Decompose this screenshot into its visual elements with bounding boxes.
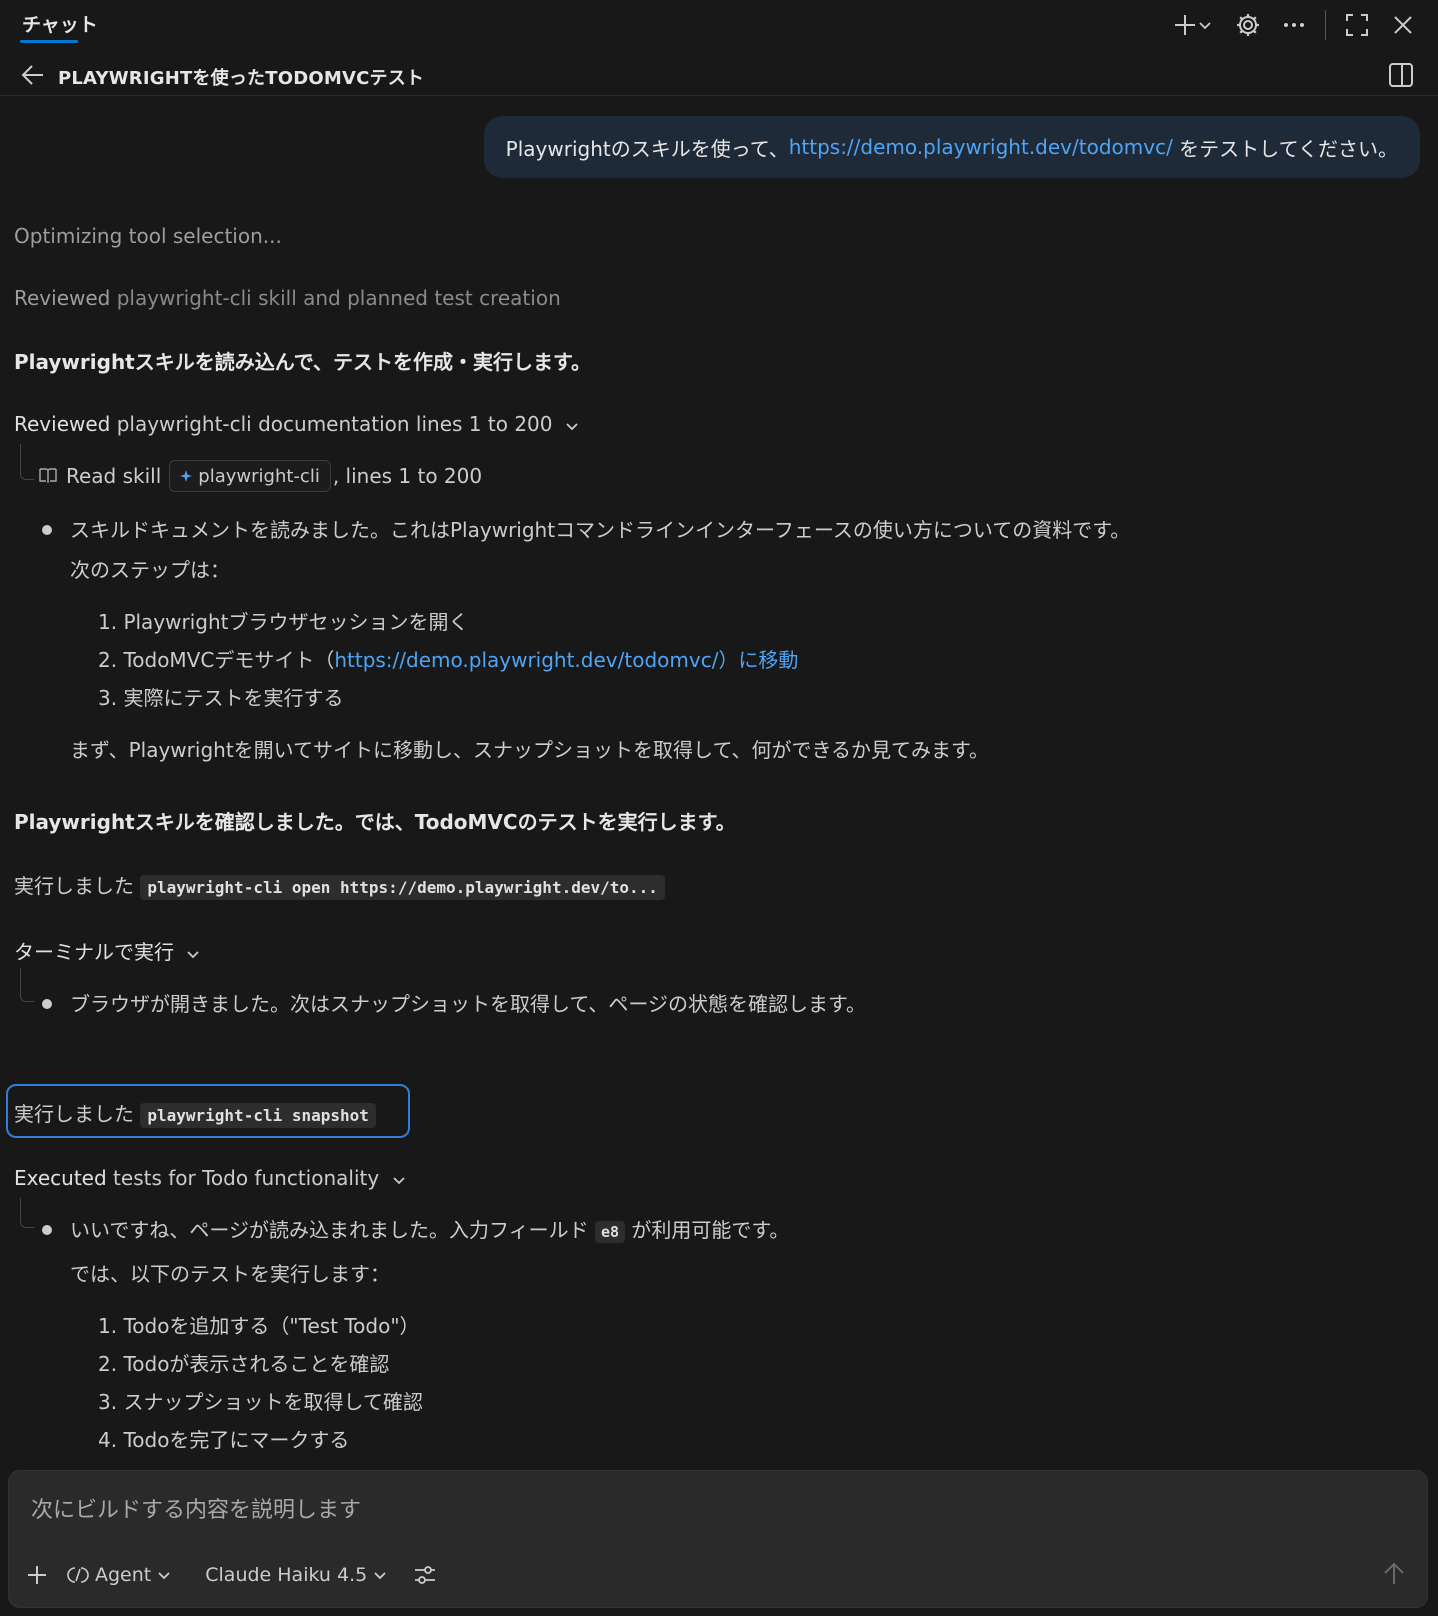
- status-reviewed-text: playwright-cli skill and planned test cr…: [110, 286, 561, 310]
- chat-header: PLAYWRIGHTを使ったTODOMVCテスト: [0, 52, 1438, 96]
- chat-composer: Agent Claude Haiku 4.5: [8, 1470, 1428, 1608]
- list-item: 3. スナップショットを取得して確認: [98, 1390, 423, 1414]
- gear-icon: [1237, 14, 1259, 36]
- chevron-down-icon: [392, 1176, 405, 1184]
- tab-active-indicator: [20, 40, 78, 43]
- next-steps-label: 次のステップは：: [70, 558, 230, 582]
- read-skill-label: Read skill: [66, 464, 162, 488]
- split-panel-icon: [1389, 63, 1413, 87]
- maximize-icon: [1346, 14, 1368, 36]
- executed-tests-toggle[interactable]: Executed tests for Todo functionality: [14, 1166, 406, 1190]
- list-item-text: 2. TodoMVCデモサイト（: [98, 648, 335, 672]
- list-item: 2. TodoMVCデモサイト（https://demo.playwright.…: [98, 644, 798, 673]
- new-chat-button[interactable]: [1167, 10, 1217, 40]
- page-loaded-pre: いいですね、ページが読み込まれました。入力フィールド: [70, 1218, 589, 1242]
- tree-connector: [20, 1198, 34, 1228]
- terminal-summary: ブラウザが開きました。次はスナップショットを取得して、ページの状態を確認します。: [70, 992, 866, 1016]
- plus-icon: [1175, 15, 1195, 35]
- close-button[interactable]: [1388, 10, 1418, 40]
- exec-row-2[interactable]: 実行しました playwright-cli snapshot: [14, 1098, 376, 1128]
- closing-text: まず、Playwrightを開いてサイトに移動し、スナップショットを取得して、何…: [70, 738, 990, 762]
- read-skill-row: Read skill playwright-cli , lines 1 to 2…: [38, 460, 482, 492]
- bullet-dot: [42, 1225, 52, 1235]
- chevron-down-icon: [1199, 22, 1211, 30]
- agent-icon: [67, 1567, 89, 1583]
- reviewed-docs-toggle[interactable]: Reviewed playwright-cli documentation li…: [14, 412, 579, 436]
- sparkle-icon: [180, 470, 193, 482]
- list-item: 2. Todoが表示されることを確認: [98, 1352, 390, 1376]
- title-bar-actions: [1167, 8, 1418, 42]
- terminal-toggle[interactable]: ターミナルで実行: [14, 936, 200, 965]
- bullet-dot: [42, 999, 52, 1009]
- status-optimizing: Optimizing tool selection...: [14, 224, 282, 248]
- send-button[interactable]: [1381, 1561, 1407, 1591]
- more-button[interactable]: [1279, 10, 1309, 40]
- reviewed-docs-prefix: Reviewed: [14, 412, 111, 436]
- user-message: Playwrightのスキルを使って、 https://demo.playwri…: [483, 116, 1420, 178]
- exec-label: 実行しました: [14, 874, 134, 898]
- user-message-prefix: Playwrightのスキルを使って、: [505, 136, 789, 161]
- tree-connector: [20, 968, 34, 1002]
- list-item: 3. 実際にテストを実行する: [98, 686, 344, 710]
- executed-tests-text: tests for Todo functionality: [106, 1166, 380, 1190]
- user-message-link[interactable]: https://demo.playwright.dev/todomvc/: [789, 135, 1173, 159]
- more-icon: [1284, 23, 1304, 27]
- bullet-dot: [42, 525, 52, 535]
- response-heading-2: Playwrightスキルを確認しました。では、TodoMVCのテストを実行しま…: [14, 810, 736, 834]
- list-item-link[interactable]: https://demo.playwright.dev/todomvc/）に移動: [334, 648, 798, 672]
- agent-mode-dropdown[interactable]: Agent: [67, 1564, 171, 1586]
- settings-button[interactable]: [1233, 10, 1263, 40]
- chat-input[interactable]: [29, 1493, 1329, 1527]
- exec-row-1[interactable]: 実行しました playwright-cli open https://demo.…: [14, 870, 665, 900]
- tests-intro: では、以下のテストを実行します：: [70, 1262, 390, 1286]
- list-item: 1. Playwrightブラウザセッションを開く: [98, 610, 469, 634]
- chevron-down-icon: [374, 1572, 386, 1580]
- skill-chip-label: playwright-cli: [198, 465, 320, 487]
- chevron-down-icon: [566, 422, 578, 430]
- exec-code: playwright-cli snapshot: [140, 1103, 376, 1128]
- plus-icon: [28, 1566, 46, 1584]
- skill-chip[interactable]: playwright-cli: [169, 460, 331, 492]
- user-message-suffix: をテストしてください。: [1172, 136, 1398, 161]
- close-icon: [1394, 16, 1412, 34]
- status-reviewed: Reviewed playwright-cli skill and planne…: [14, 286, 561, 310]
- chevron-down-icon: [158, 1572, 170, 1580]
- composer-toolbar: Agent Claude Haiku 4.5: [25, 1557, 437, 1593]
- list-item: 4. Todoを完了にマークする: [98, 1428, 350, 1452]
- add-context-button[interactable]: [25, 1563, 49, 1587]
- list-item: 1. Todoを追加する（"Test Todo"）: [98, 1314, 420, 1338]
- sliders-icon: [415, 1566, 436, 1584]
- exec-label: 実行しました: [14, 1102, 134, 1126]
- toggle-panel-button[interactable]: [1388, 62, 1414, 92]
- arrow-up-icon: [1384, 1562, 1404, 1584]
- field-ref-code: e8: [594, 1220, 626, 1243]
- toolbar-divider: [1325, 10, 1326, 40]
- book-icon: [39, 468, 57, 483]
- status-reviewed-prefix: Reviewed: [14, 286, 111, 310]
- agent-mode-label: Agent: [95, 1564, 152, 1586]
- reviewed-docs-text: playwright-cli documentation lines 1 to …: [110, 412, 553, 436]
- model-dropdown[interactable]: Claude Haiku 4.5: [205, 1564, 387, 1586]
- tab-chat[interactable]: チャット: [22, 10, 98, 37]
- tree-connector: [20, 444, 34, 480]
- response-heading-1: Playwrightスキルを読み込んで、テストを作成・実行します。: [14, 350, 591, 374]
- page-loaded-text: いいですね、ページが読み込まれました。入力フィールド e8 が利用可能です。: [70, 1214, 789, 1243]
- terminal-label: ターミナルで実行: [14, 940, 174, 964]
- chat-transcript[interactable]: Playwrightのスキルを使って、 https://demo.playwri…: [0, 96, 1438, 1466]
- arrow-left-icon: [21, 65, 43, 85]
- skill-summary: スキルドキュメントを読みました。これはPlaywrightコマンドラインインター…: [70, 518, 1131, 542]
- back-button[interactable]: [20, 62, 46, 92]
- exec-code: playwright-cli open https://demo.playwri…: [140, 875, 665, 900]
- chat-title: PLAYWRIGHTを使ったTODOMVCテスト: [58, 68, 425, 89]
- page-loaded-post: が利用可能です。: [631, 1218, 790, 1242]
- maximize-button[interactable]: [1342, 10, 1372, 40]
- executed-tests-prefix: Executed: [14, 1166, 107, 1190]
- tools-config-button[interactable]: [413, 1563, 437, 1587]
- chevron-down-icon: [187, 950, 199, 958]
- read-skill-lines: , lines 1 to 200: [332, 464, 483, 488]
- title-bar: チャット: [0, 0, 1438, 48]
- model-label: Claude Haiku 4.5: [205, 1564, 368, 1586]
